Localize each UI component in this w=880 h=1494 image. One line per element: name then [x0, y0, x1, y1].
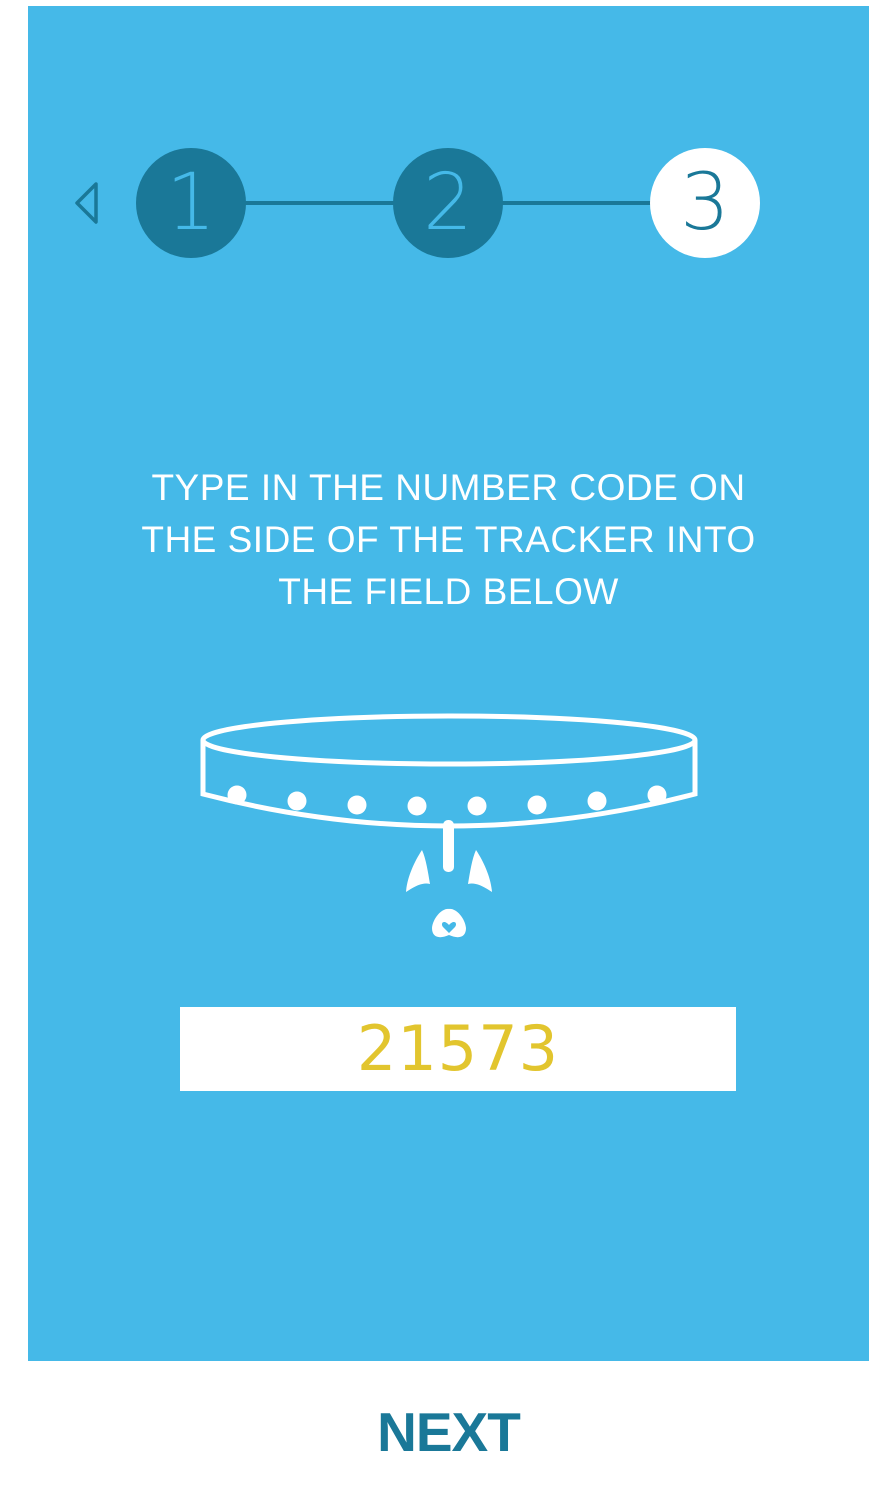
step-number: 3 [680, 158, 730, 248]
stepper-connector [242, 201, 396, 205]
step-1-indicator: 1 [136, 148, 246, 258]
next-button[interactable]: NEXT [28, 1361, 869, 1494]
code-input-value: 21573 [356, 1012, 560, 1085]
instruction-line: THE SIDE OF THE TRACKER INTO [141, 519, 756, 560]
setup-screen: 1 2 3 TYPE IN THE NUMBER CODE ON THE SID… [28, 6, 869, 1494]
step-number: 2 [423, 158, 473, 248]
collar-tracker-icon [200, 713, 698, 938]
progress-stepper: 1 2 3 [136, 148, 761, 258]
next-button-label: NEXT [377, 1400, 521, 1463]
instruction-line: THE FIELD BELOW [278, 571, 619, 612]
code-input-field[interactable]: 21573 [180, 1007, 736, 1091]
step-3-indicator: 3 [650, 148, 760, 258]
back-arrow-icon [75, 182, 98, 224]
stepper-connector [500, 201, 654, 205]
step-2-indicator: 2 [393, 148, 503, 258]
instruction-line: TYPE IN THE NUMBER CODE ON [151, 467, 746, 508]
back-button[interactable] [66, 178, 106, 228]
step-number: 1 [166, 158, 216, 248]
instruction-text: TYPE IN THE NUMBER CODE ON THE SIDE OF T… [28, 462, 869, 618]
